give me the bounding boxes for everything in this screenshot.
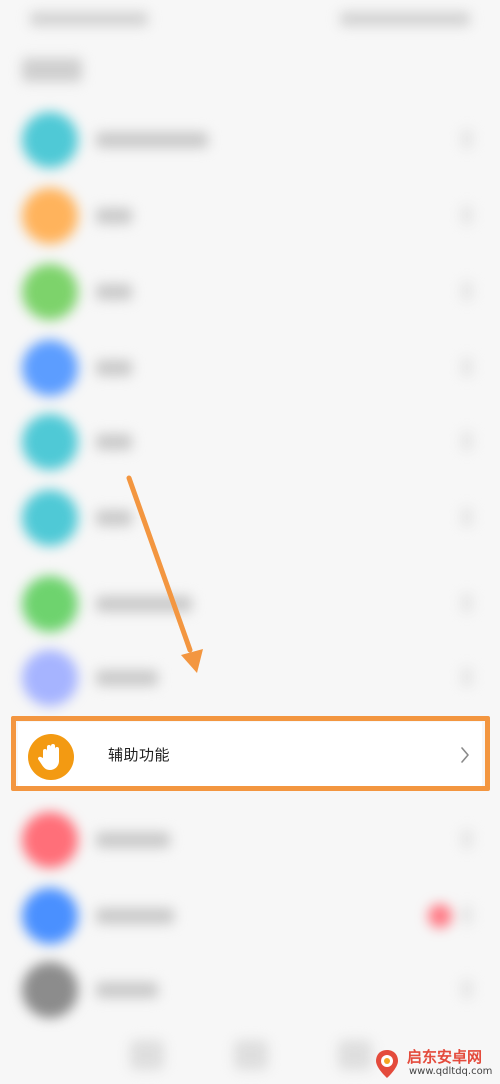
settings-row[interactable]	[0, 480, 500, 556]
watermark-title: 启东安卓网	[407, 1048, 483, 1066]
row-icon	[22, 812, 78, 868]
nav-recent-icon[interactable]	[338, 1040, 372, 1070]
row-icon	[22, 112, 78, 168]
row-label-blurred	[96, 510, 132, 526]
watermark-url: www.qdltdq.com	[409, 1066, 493, 1077]
row-label-blurred	[96, 132, 208, 148]
settings-row[interactable]	[0, 330, 500, 406]
row-label-blurred	[96, 982, 158, 998]
settings-row[interactable]	[0, 802, 500, 878]
chevron-right-icon	[462, 358, 472, 376]
settings-row[interactable]	[0, 878, 500, 954]
row-icon	[22, 340, 78, 396]
chevron-right-icon	[462, 508, 472, 526]
row-label-blurred	[96, 208, 132, 224]
chevron-right-icon	[462, 594, 472, 612]
row-label-blurred	[96, 908, 174, 924]
chevron-right-icon	[462, 432, 472, 450]
watermark: 启东安卓网 www.qdltdq.com	[371, 1046, 496, 1082]
chevron-right-icon	[462, 130, 472, 148]
settings-row[interactable]	[0, 404, 500, 480]
chevron-right-icon	[462, 282, 472, 300]
row-label-blurred	[96, 670, 158, 686]
row-icon	[22, 264, 78, 320]
chevron-right-icon	[462, 668, 472, 686]
chevron-right-icon	[462, 980, 472, 998]
settings-screen: 辅助功能 启东安卓网 www.qdltdq.com	[0, 0, 500, 1084]
row-label-blurred	[96, 434, 132, 450]
page-title-blurred	[22, 58, 82, 82]
settings-row[interactable]	[0, 254, 500, 330]
settings-row[interactable]	[0, 178, 500, 254]
settings-row[interactable]	[0, 640, 500, 716]
settings-row[interactable]	[0, 952, 500, 1028]
row-icon	[22, 888, 78, 944]
row-icon	[22, 962, 78, 1018]
settings-row[interactable]	[0, 102, 500, 178]
row-label-blurred	[96, 832, 170, 848]
row-icon	[22, 650, 78, 706]
chevron-right-icon	[462, 906, 472, 924]
row-label-blurred	[96, 596, 192, 612]
settings-row[interactable]	[0, 566, 500, 642]
notification-badge	[428, 904, 452, 928]
row-icon	[22, 188, 78, 244]
nav-back-icon[interactable]	[130, 1040, 164, 1070]
highlight-box	[11, 716, 490, 791]
row-icon	[22, 414, 78, 470]
chevron-right-icon	[462, 206, 472, 224]
status-bar-right	[340, 12, 470, 26]
row-label-blurred	[96, 284, 132, 300]
blurred-background	[0, 0, 500, 1084]
watermark-logo-icon	[376, 1050, 398, 1078]
chevron-right-icon	[462, 830, 472, 848]
row-icon	[22, 490, 78, 546]
status-bar	[30, 8, 470, 30]
row-label-blurred	[96, 360, 132, 376]
nav-home-icon[interactable]	[234, 1040, 268, 1070]
row-icon	[22, 576, 78, 632]
status-bar-left	[30, 12, 148, 26]
